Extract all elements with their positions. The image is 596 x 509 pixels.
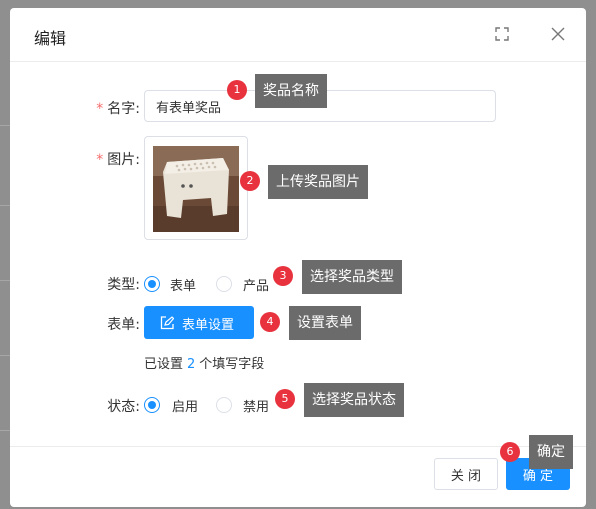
form-label: 表单: [107,317,140,333]
status-option-disabled[interactable]: 禁用 [243,396,269,415]
dialog-title: 编辑 [34,29,67,48]
type-label: 类型: [107,277,140,293]
footer-divider [10,446,586,447]
form-settings-label: 表单设置 [182,318,235,333]
type-option-form[interactable]: 表单 [170,275,196,294]
expand-icon[interactable] [494,26,510,42]
form-settings-button[interactable]: 表单设置 [144,306,254,339]
annotation-badge-4: 4 [260,312,280,332]
name-label: * 名字: [96,101,140,117]
image-label: * 图片: [96,152,140,168]
type-radio-form[interactable] [144,276,160,292]
close-icon[interactable] [550,26,566,42]
status-option-enabled[interactable]: 启用 [172,396,198,415]
annotation-tip-2: 上传奖品图片 [268,165,368,199]
annotation-tip-3: 选择奖品类型 [302,260,402,294]
annotation-badge-5: 5 [275,389,295,409]
annotation-tip-5: 选择奖品状态 [304,383,404,417]
type-option-product[interactable]: 产品 [243,275,269,294]
annotation-badge-3: 3 [273,266,293,286]
annotation-tip-4: 设置表单 [289,306,361,340]
image-upload[interactable] [144,136,248,240]
dialog-header: 编辑 [10,8,586,62]
fields-info: 已设置 2 个填写字段 [144,357,265,372]
annotation-badge-2: 2 [240,171,260,191]
photo-stool-thumbnail [153,146,239,232]
status-radio-disabled[interactable] [216,397,232,413]
annotation-badge-1: 1 [227,80,247,100]
type-radio-product[interactable] [216,276,232,292]
status-radio-enabled[interactable] [144,397,160,413]
status-label: 状态: [107,399,140,415]
close-button[interactable]: 关 闭 [434,458,498,490]
annotation-tip-1: 奖品名称 [255,74,327,108]
annotation-tip-6: 确定 [529,435,573,469]
edit-icon [160,316,174,330]
annotation-badge-6: 6 [500,442,520,462]
